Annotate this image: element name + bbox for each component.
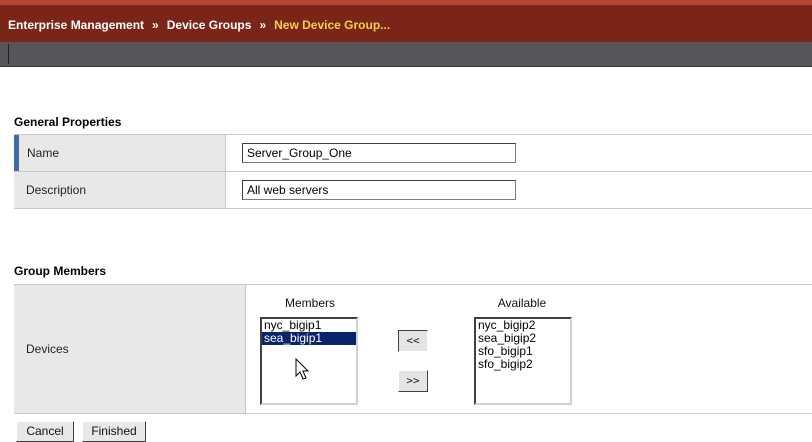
- breadcrumb-item-enterprise-management[interactable]: Enterprise Management: [8, 18, 144, 32]
- members-header: Members: [284, 296, 335, 310]
- name-label: Name: [14, 135, 226, 171]
- available-header: Available: [497, 296, 547, 310]
- name-value-cell: [226, 135, 812, 171]
- breadcrumb-item-device-groups[interactable]: Device Groups: [167, 18, 252, 32]
- name-input[interactable]: [242, 143, 516, 163]
- move-to-members-button[interactable]: <<: [398, 330, 428, 352]
- mouse-pointer-icon: [295, 358, 310, 380]
- breadcrumb-separator: »: [259, 18, 267, 32]
- finished-button[interactable]: Finished: [82, 421, 146, 442]
- description-input[interactable]: [242, 180, 516, 200]
- cancel-button[interactable]: Cancel: [16, 421, 74, 442]
- breadcrumb: Enterprise Management » Device Groups » New …: [8, 18, 390, 32]
- description-row: Description: [14, 172, 812, 209]
- header-bar: Enterprise Management » Device Groups » New …: [0, 0, 812, 42]
- general-properties-title: General Properties: [14, 115, 122, 129]
- general-properties-table: Name Description: [14, 134, 812, 209]
- breadcrumb-current: New Device Group...: [274, 18, 391, 32]
- description-label: Description: [14, 172, 226, 208]
- devices-label: Devices: [14, 285, 246, 413]
- members-list-item-selected[interactable]: sea_bigip1: [262, 332, 356, 345]
- move-to-available-button[interactable]: >>: [398, 370, 428, 392]
- breadcrumb-separator: »: [152, 18, 159, 32]
- name-row: Name: [14, 135, 812, 172]
- group-members-title: Group Members: [14, 264, 107, 278]
- header-stripe: [0, 0, 812, 5]
- description-value-cell: [226, 172, 812, 208]
- available-list-item[interactable]: sfo_bigip2: [476, 358, 570, 371]
- available-list[interactable]: nyc_bigip2 sea_bigip2 sfo_bigip1 sfo_big…: [474, 317, 572, 405]
- toolbar: [0, 42, 812, 67]
- toolbar-divider: [8, 44, 9, 64]
